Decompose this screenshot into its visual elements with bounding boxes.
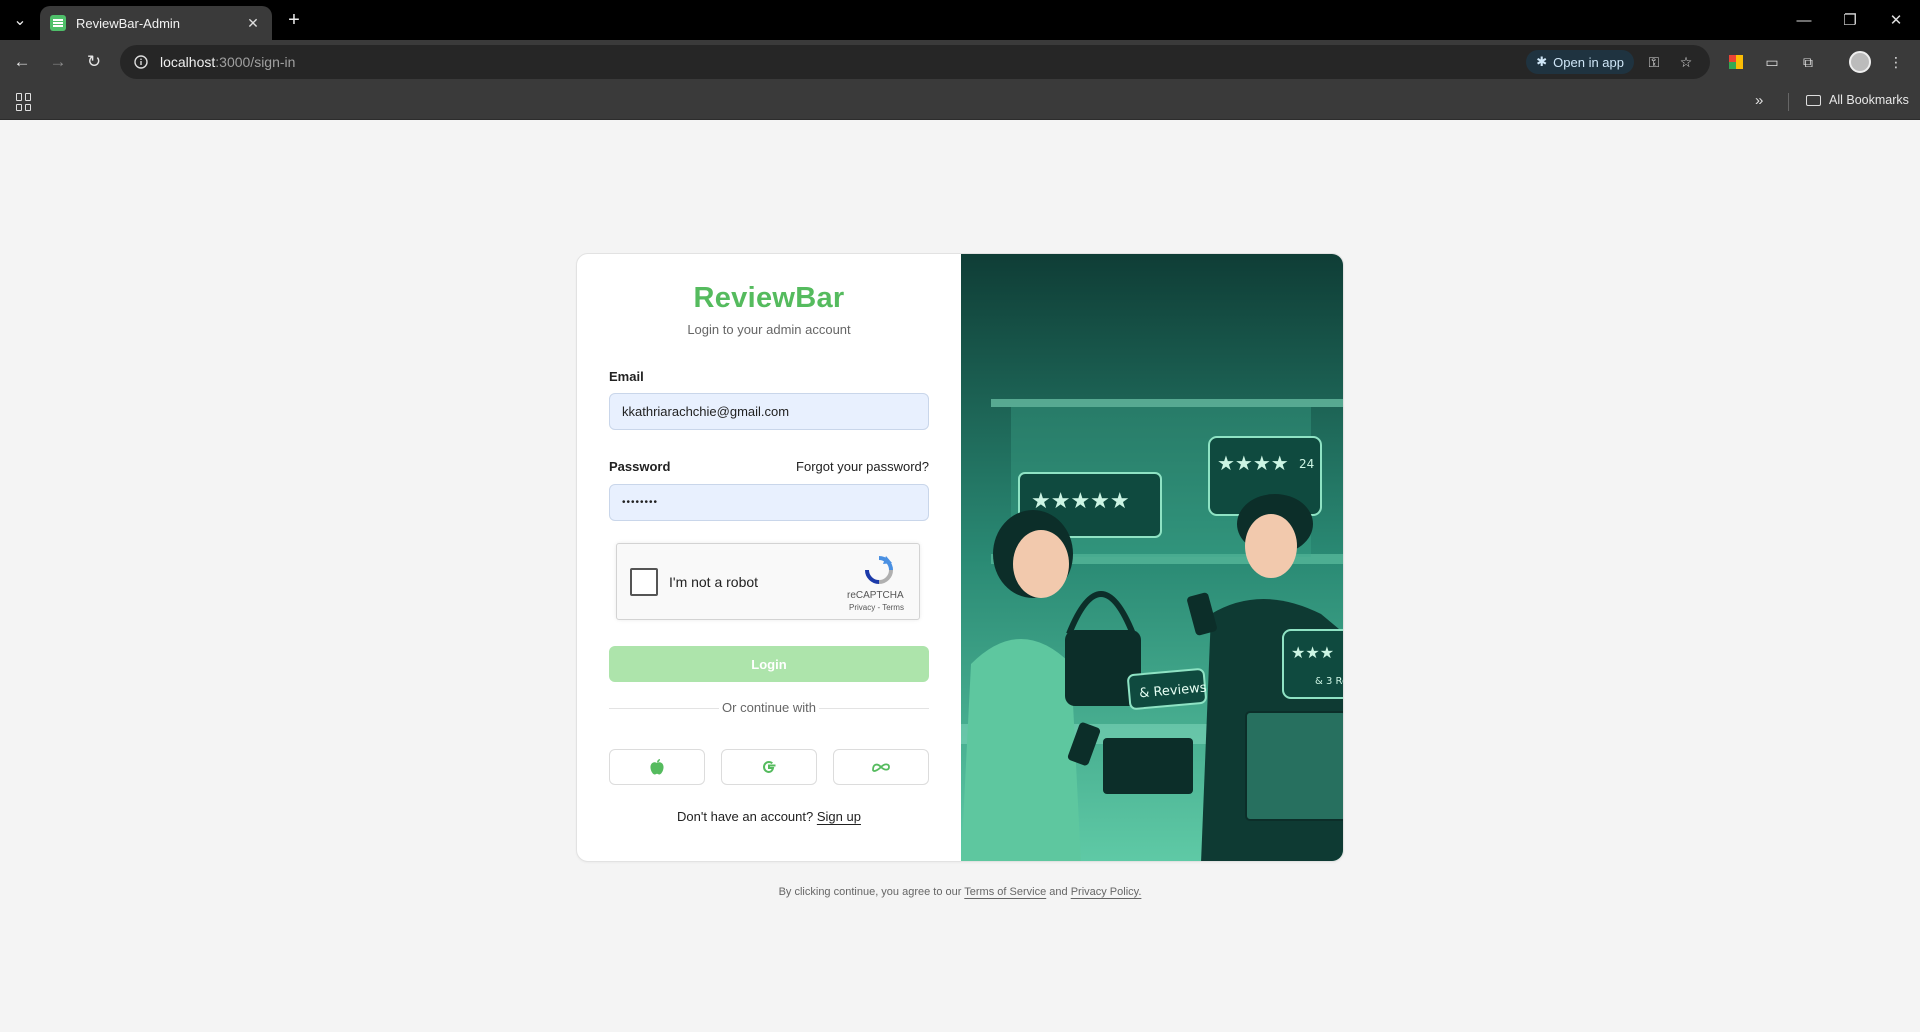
- meta-login-button[interactable]: [833, 749, 929, 785]
- forward-button[interactable]: →: [44, 48, 72, 76]
- legal-and: and: [1049, 886, 1068, 898]
- svg-text:★★★★: ★★★★: [1217, 451, 1289, 475]
- recaptcha-brand: reCAPTCHA: [847, 590, 904, 601]
- recaptcha-links[interactable]: Privacy - Terms: [849, 603, 904, 612]
- bookmarks-separator: [1788, 93, 1789, 111]
- arrow-left-icon: ←: [13, 52, 31, 71]
- reload-icon: ↻: [86, 52, 102, 71]
- url-text: localhost:3000/sign-in: [160, 54, 295, 70]
- privacy-policy-link[interactable]: Privacy Policy.: [1071, 886, 1142, 898]
- open-in-app-button[interactable]: ✱ Open in app: [1526, 50, 1634, 74]
- new-tab-button[interactable]: +: [282, 8, 306, 32]
- extensions-puzzle-icon[interactable]: ⧉: [1796, 50, 1820, 74]
- site-info-icon[interactable]: [130, 51, 152, 73]
- apple-icon: [650, 759, 664, 775]
- recaptcha-logo-icon: [865, 556, 893, 584]
- profile-avatar[interactable]: [1848, 50, 1872, 74]
- site-favicon-icon: [50, 15, 66, 31]
- divider-text: Or continue with: [722, 700, 816, 715]
- rating-count: 24: [1299, 457, 1314, 471]
- divider: Or continue with: [609, 700, 929, 716]
- extension-color-icon[interactable]: [1724, 50, 1748, 74]
- recaptcha-label: I'm not a robot: [669, 574, 759, 590]
- meta-icon: [872, 763, 890, 772]
- sign-in-card: ReviewBar Login to your admin account Em…: [576, 253, 1344, 862]
- url-host: localhost: [160, 54, 216, 70]
- browser-toolbar: ← → ↻ localhost:3000/sign-in ✱ Open in a…: [0, 40, 1920, 84]
- google-icon: [762, 760, 776, 774]
- open-in-app-label: Open in app: [1553, 54, 1624, 70]
- close-tab-icon[interactable]: ✕: [244, 14, 262, 32]
- folder-icon: [1806, 94, 1821, 106]
- address-bar[interactable]: localhost:3000/sign-in ✱ Open in app ⚿ ☆: [120, 45, 1710, 79]
- back-button[interactable]: ←: [8, 48, 36, 76]
- restore-button[interactable]: ❐: [1828, 0, 1872, 40]
- signup-prompt: Don't have an account? Sign up: [577, 809, 961, 824]
- signup-link[interactable]: Sign up: [817, 809, 861, 824]
- extension-toggle-icon[interactable]: ▭: [1760, 50, 1784, 74]
- recaptcha-widget: I'm not a robot reCAPTCHA Privacy - Term…: [616, 543, 920, 620]
- small-review-label: & 3 Re: [1315, 676, 1344, 687]
- chevron-down-icon: ⌄: [13, 12, 27, 29]
- forgot-password-link[interactable]: Forgot your password?: [796, 459, 929, 474]
- terms-of-service-link[interactable]: Terms of Service: [964, 886, 1046, 898]
- apps-grid-icon[interactable]: [16, 93, 34, 111]
- bookmark-star-icon[interactable]: ☆: [1674, 50, 1698, 74]
- menu-kebab-icon[interactable]: ⋮: [1884, 50, 1908, 74]
- google-login-button[interactable]: [721, 749, 817, 785]
- password-field[interactable]: ••••••••: [609, 484, 929, 521]
- password-label: Password: [609, 459, 671, 474]
- password-key-icon[interactable]: ⚿: [1642, 50, 1666, 74]
- svg-text:★★★★★: ★★★★★: [1031, 489, 1130, 514]
- shopping-reviews-illustration: ★★★★★ ★★★★ 24 & Reviews ★★★ & 3 R: [961, 254, 1344, 861]
- bookmarks-bar: » All Bookmarks: [0, 84, 1920, 120]
- all-bookmarks-label: All Bookmarks: [1829, 93, 1909, 107]
- double-chevron-right-icon[interactable]: »: [1755, 92, 1763, 109]
- svg-text:★★★: ★★★: [1291, 643, 1334, 662]
- email-field[interactable]: kkathriarachchie@gmail.com: [609, 393, 929, 430]
- reload-button[interactable]: ↻: [80, 48, 108, 76]
- browser-tab-bar: ⌄ ReviewBar-Admin ✕ + — ❐ ✕: [0, 0, 1920, 40]
- apple-login-button[interactable]: [609, 749, 705, 785]
- tab-search-button[interactable]: ⌄: [6, 6, 34, 34]
- tab-title: ReviewBar-Admin: [76, 15, 181, 31]
- no-account-text: Don't have an account?: [677, 809, 814, 824]
- browser-tab[interactable]: ReviewBar-Admin ✕: [40, 6, 272, 40]
- minimize-button[interactable]: —: [1782, 0, 1826, 40]
- email-label: Email: [609, 369, 644, 384]
- all-bookmarks-button[interactable]: All Bookmarks: [1806, 93, 1909, 107]
- login-subtitle: Login to your admin account: [687, 322, 851, 337]
- legal-prefix: By clicking continue, you agree to our: [778, 886, 962, 898]
- login-button[interactable]: Login: [609, 646, 929, 682]
- brand-title: ReviewBar: [693, 282, 845, 314]
- page-content: ReviewBar Login to your admin account Em…: [0, 121, 1920, 1032]
- recaptcha-checkbox[interactable]: [630, 568, 658, 596]
- url-path: :3000/sign-in: [215, 54, 296, 70]
- close-window-button[interactable]: ✕: [1874, 0, 1918, 40]
- sign-in-form: ReviewBar Login to your admin account Em…: [577, 254, 961, 861]
- arrow-right-icon: →: [49, 52, 67, 71]
- app-icon: ✱: [1536, 54, 1548, 69]
- illustration-panel: ★★★★★ ★★★★ 24 & Reviews ★★★ & 3 R: [961, 254, 1344, 861]
- legal-notice: By clicking continue, you agree to our T…: [0, 886, 1920, 898]
